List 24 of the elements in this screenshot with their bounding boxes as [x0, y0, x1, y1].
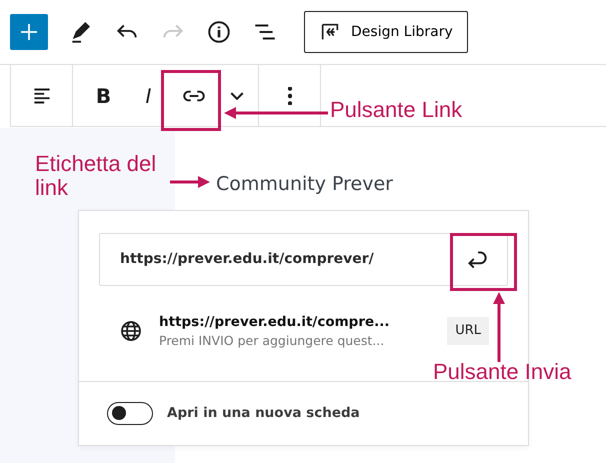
toggle-switch[interactable] [107, 402, 153, 425]
chevron-down-icon [230, 92, 244, 100]
type-badge: URL [447, 317, 489, 345]
annotation-label: Etichetta del link [35, 152, 158, 200]
link-suggestion[interactable]: https://prever.edu.it/compre... Premi INVIO per aggiungere quest... URL [79, 302, 509, 360]
annotation-arrow [170, 176, 210, 188]
italic-button[interactable]: I [126, 72, 171, 118]
annotation-label: Pulsante Invia [433, 360, 572, 384]
toggle-label: Apri in una nuova scheda [167, 404, 360, 424]
annotation-label: Pulsante Link [330, 98, 462, 122]
add-block-button[interactable] [10, 14, 48, 50]
url-input[interactable]: https://prever.edu.it/comprever/ [100, 248, 449, 271]
url-field[interactable]: https://prever.edu.it/comprever/ [99, 233, 508, 286]
annotation-arrow [493, 292, 505, 362]
bold-button[interactable]: B [81, 72, 126, 118]
highlight-frame [161, 70, 221, 131]
design-library-button[interactable]: Design Library [304, 11, 468, 53]
suggestion-title: https://prever.edu.it/compre... [159, 312, 390, 332]
globe-icon [119, 319, 143, 343]
suggestion-hint: Premi INVIO per aggiungere quest... [159, 332, 386, 350]
more-options-icon [288, 86, 292, 104]
highlight-frame [450, 233, 517, 291]
paragraph-text[interactable]: Community Prever [216, 170, 393, 198]
info-icon [206, 19, 232, 45]
